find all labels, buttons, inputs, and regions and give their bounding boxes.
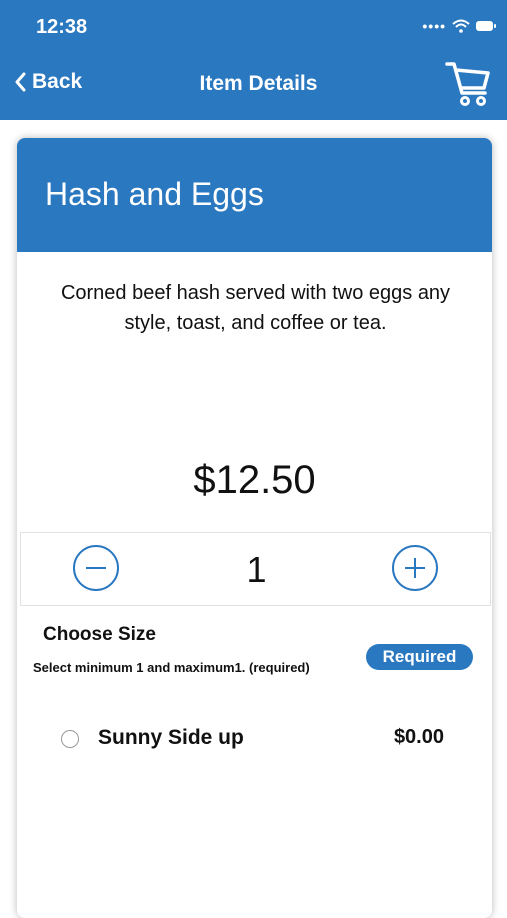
option-label: Sunny Side up <box>98 726 244 749</box>
required-badge: Required <box>366 644 473 670</box>
item-detail-card: Hash and Eggs Corned beef hash served wi… <box>17 138 492 918</box>
increase-quantity-button[interactable] <box>392 545 438 591</box>
page-title: Item Details <box>199 72 318 95</box>
card-header: Hash and Eggs <box>17 138 492 252</box>
signal-icon: •••• <box>422 18 446 34</box>
wifi-icon <box>452 19 470 33</box>
item-price: $12.50 <box>193 458 316 502</box>
cart-button[interactable] <box>445 60 491 113</box>
option-row[interactable]: Sunny Side up $0.00 <box>17 718 492 762</box>
options-section-title: Choose Size <box>43 624 156 645</box>
item-description: Corned beef hash served with two eggs an… <box>60 282 451 334</box>
shopping-cart-icon <box>445 62 490 106</box>
battery-icon <box>476 21 496 31</box>
option-price: $0.00 <box>393 726 444 748</box>
status-time: 12:38 <box>36 16 88 38</box>
status-icons: •••• <box>422 18 496 34</box>
options-selection-rule: Select minimum 1 and maximum1. (required… <box>33 660 310 675</box>
option-radio[interactable] <box>61 730 79 748</box>
top-navigation-bar: 12:38 •••• Back Item Details <box>0 0 507 120</box>
item-title: Hash and Eggs <box>45 176 264 212</box>
quantity-stepper: 1 <box>20 532 491 606</box>
